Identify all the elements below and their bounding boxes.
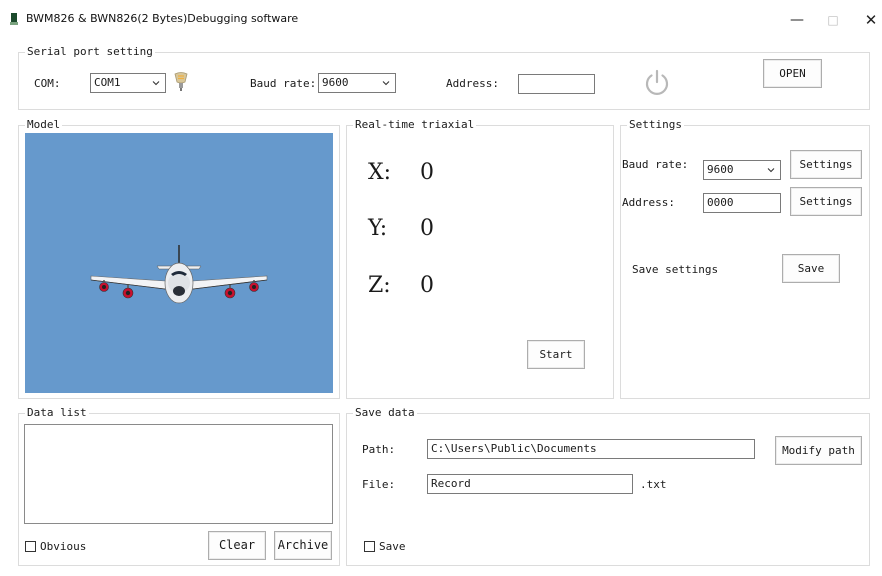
- settings-baud-value: 9600: [707, 163, 734, 176]
- z-axis-label: Z:: [368, 273, 391, 298]
- settings-title: Settings: [627, 118, 684, 132]
- file-input[interactable]: Record: [427, 474, 633, 494]
- close-button[interactable]: ✕: [856, 10, 882, 30]
- z-axis-value: 0: [420, 273, 434, 298]
- settings-baud-select[interactable]: 9600: [703, 160, 781, 180]
- airplane-icon: [90, 245, 268, 304]
- modify-path-button[interactable]: Modify path: [775, 436, 862, 465]
- x-axis-value: 0: [420, 160, 434, 185]
- data-list-box[interactable]: [24, 424, 333, 524]
- baud-rate-value: 9600: [322, 76, 349, 89]
- file-label: File:: [362, 478, 396, 491]
- save-checkbox[interactable]: [364, 541, 375, 552]
- obvious-checkbox[interactable]: [25, 541, 36, 552]
- baud-rate-select[interactable]: 9600: [318, 73, 396, 93]
- serial-port-title: Serial port setting: [25, 45, 155, 59]
- file-extension-label: .txt: [640, 478, 667, 491]
- address-input[interactable]: [518, 74, 595, 94]
- settings-baud-label: Baud rate:: [622, 158, 689, 171]
- path-input[interactable]: C:\Users\Public\Documents: [427, 439, 755, 459]
- baud-rate-label: Baud rate:: [250, 77, 317, 90]
- light-bulb-icon: [174, 72, 188, 91]
- com-select[interactable]: COM1: [90, 73, 166, 93]
- save-settings-label: Save settings: [632, 263, 719, 276]
- power-icon[interactable]: [642, 67, 672, 97]
- settings-address-input[interactable]: 0000: [703, 193, 781, 213]
- com-select-value: COM1: [94, 76, 121, 89]
- open-button[interactable]: OPEN: [763, 59, 822, 88]
- x-axis-label: X:: [368, 160, 392, 185]
- realtime-title: Real-time triaxial: [353, 118, 477, 132]
- clear-button[interactable]: Clear: [208, 531, 266, 560]
- y-axis-label: Y:: [368, 216, 388, 241]
- window-title: BWM826 & BWN826(2 Bytes)Debugging softwa…: [26, 12, 299, 25]
- title-bar: BWM826 & BWN826(2 Bytes)Debugging softwa…: [0, 0, 882, 38]
- datalist-title: Data list: [25, 406, 89, 420]
- baud-settings-button[interactable]: Settings: [790, 150, 862, 179]
- start-button[interactable]: Start: [527, 340, 585, 369]
- settings-address-label: Address:: [622, 196, 675, 209]
- model-viewport: [25, 133, 333, 393]
- chevron-down-icon: [767, 168, 775, 173]
- archive-button[interactable]: Archive: [274, 531, 332, 560]
- model-title: Model: [25, 118, 63, 132]
- save-settings-button[interactable]: Save: [782, 254, 840, 283]
- address-label: Address:: [446, 77, 499, 90]
- minimize-button[interactable]: —: [782, 10, 812, 30]
- savedata-title: Save data: [353, 406, 417, 420]
- com-label: COM:: [34, 77, 61, 90]
- path-label: Path:: [362, 443, 396, 456]
- app-icon: [10, 13, 18, 25]
- save-label: Save: [379, 540, 406, 553]
- obvious-label: Obvious: [40, 540, 87, 553]
- maximize-button[interactable]: □: [818, 10, 848, 30]
- address-settings-button[interactable]: Settings: [790, 187, 862, 216]
- chevron-down-icon: [152, 81, 160, 86]
- y-axis-value: 0: [420, 216, 434, 241]
- chevron-down-icon: [382, 81, 390, 86]
